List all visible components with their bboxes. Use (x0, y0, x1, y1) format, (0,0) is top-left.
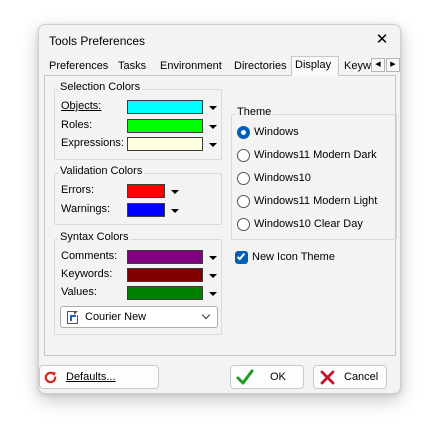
defaults-button-label: Defaults... (66, 371, 116, 383)
validation-colors-group: Validation Colors Errors: Warnings: (54, 165, 222, 225)
tab-display[interactable]: Display (291, 56, 339, 76)
checkmark-icon (236, 251, 246, 261)
cancel-button-label: Cancel (344, 371, 379, 383)
new-icon-theme-checkbox[interactable] (235, 251, 248, 264)
theme-windows10-label: Windows10 (254, 172, 311, 184)
values-dropdown-icon[interactable] (209, 292, 217, 296)
expressions-color-swatch[interactable] (127, 137, 203, 151)
expressions-dropdown-icon[interactable] (209, 143, 217, 147)
comments-label: Comments: (61, 250, 118, 262)
font-select-value: Courier New (85, 311, 147, 323)
defaults-button[interactable]: Defaults... (39, 365, 159, 389)
theme-windows11-modern-dark-radio[interactable] (237, 149, 250, 162)
theme-windows-label: Windows (254, 126, 299, 138)
close-button[interactable]: ✕ (372, 31, 392, 49)
tab-keywords[interactable]: Keyw (341, 59, 371, 75)
tab-strip: Preferences Tasks Environment Directorie… (44, 56, 400, 76)
roles-label: Roles: (61, 119, 93, 131)
keywords-dropdown-icon[interactable] (209, 274, 217, 278)
theme-windows11-modern-light-radio[interactable] (237, 195, 250, 208)
objects-color-swatch[interactable] (127, 100, 203, 114)
refresh-icon (44, 371, 57, 384)
x-icon (320, 370, 335, 385)
theme-windows11-modern-light-label: Windows11 Modern Light (254, 195, 378, 207)
new-icon-theme-label: New Icon Theme (252, 251, 335, 263)
window-title: Tools Preferences (49, 34, 146, 48)
display-tab-panel: Selection Colors Objects: Roles: Express… (44, 75, 397, 356)
tab-tasks[interactable]: Tasks (115, 59, 153, 75)
errors-label: Errors: (61, 184, 94, 196)
roles-color-swatch[interactable] (127, 119, 203, 133)
title-bar: Tools Preferences ✕ (39, 25, 400, 56)
theme-title: Theme (235, 106, 274, 118)
objects-dropdown-icon[interactable] (209, 106, 217, 110)
warnings-dropdown-icon[interactable] (171, 209, 179, 213)
tab-scroll-left-icon[interactable]: ◀ (371, 58, 385, 72)
keywords-label: Keywords: (61, 268, 113, 280)
theme-windows10-radio[interactable] (237, 172, 250, 185)
tab-environment[interactable]: Environment (157, 59, 229, 75)
tab-directories[interactable]: Directories (231, 59, 293, 75)
syntax-colors-group: Syntax Colors Comments: Keywords: Values… (54, 231, 222, 335)
ok-button-label: OK (270, 371, 286, 383)
tab-scroll-right-icon[interactable]: ▶ (386, 58, 400, 72)
theme-windows10-clear-day-radio[interactable] (237, 218, 250, 231)
tab-preferences[interactable]: Preferences (46, 59, 112, 75)
checkmark-icon (236, 369, 254, 385)
syntax-colors-title: Syntax Colors (58, 231, 131, 243)
ok-button[interactable]: OK (230, 365, 304, 389)
values-color-swatch[interactable] (127, 286, 203, 300)
theme-windows11-modern-dark-label: Windows11 Modern Dark (254, 149, 377, 161)
warnings-label: Warnings: (61, 203, 111, 215)
values-label: Values: (61, 286, 97, 298)
cancel-button[interactable]: Cancel (313, 365, 387, 389)
warnings-color-swatch[interactable] (127, 203, 165, 217)
selection-colors-group: Selection Colors Objects: Roles: Express… (54, 81, 222, 160)
errors-color-swatch[interactable] (127, 184, 165, 198)
expressions-label: Expressions: (61, 137, 124, 149)
roles-dropdown-icon[interactable] (209, 125, 217, 129)
keywords-color-swatch[interactable] (127, 268, 203, 282)
theme-windows10-clear-day-label: Windows10 Clear Day (254, 218, 363, 230)
comments-dropdown-icon[interactable] (209, 256, 217, 260)
font-select[interactable]: Courier New (60, 306, 218, 328)
selection-colors-title: Selection Colors (58, 81, 143, 93)
chevron-down-icon (201, 310, 211, 320)
comments-color-swatch[interactable] (127, 250, 203, 264)
validation-colors-title: Validation Colors (58, 165, 145, 177)
theme-windows-radio[interactable] (237, 126, 250, 139)
font-file-icon (67, 311, 78, 324)
objects-label: Objects: (61, 100, 102, 112)
errors-dropdown-icon[interactable] (171, 190, 179, 194)
preferences-dialog: Tools Preferences ✕ Preferences Tasks En… (38, 24, 401, 394)
